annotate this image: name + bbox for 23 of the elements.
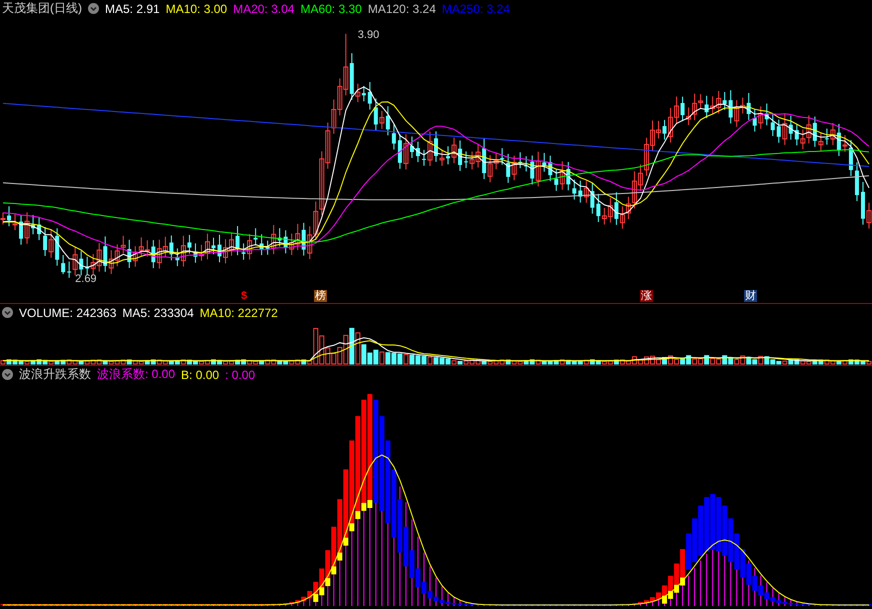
- dropdown-icon[interactable]: [2, 307, 13, 318]
- indicator-value: MA10: 222772: [200, 306, 278, 320]
- indicator-value: MA60: 3.30: [300, 2, 362, 16]
- indicator-value: MA250: 3.24: [442, 2, 510, 16]
- indicator-value: : 0.00: [225, 368, 256, 382]
- high-price-label: 3.90: [358, 28, 380, 41]
- dropdown-icon[interactable]: [88, 3, 99, 14]
- indicator-title: 波浪升跌系数: [19, 366, 91, 383]
- indicator-value: MA5: 2.91: [105, 2, 160, 16]
- indicator-value: B: 0.00: [181, 368, 220, 382]
- indicator-value: MA120: 3.24: [368, 2, 436, 16]
- event-marker[interactable]: 榜: [314, 290, 327, 302]
- indicator-value: MA20: 3.04: [233, 2, 294, 16]
- event-marker[interactable]: 财: [744, 290, 757, 302]
- event-marker[interactable]: $: [240, 290, 248, 302]
- indicator-value: VOLUME: 242363: [19, 306, 116, 320]
- indicator-value: MA5: 233304: [122, 306, 194, 320]
- chart-title: 天茂集团(日线): [2, 0, 82, 17]
- event-marker[interactable]: 涨: [640, 290, 653, 302]
- indicator-value: 波浪系数: 0.00: [97, 366, 176, 383]
- dropdown-icon[interactable]: [2, 369, 13, 380]
- low-price-label: 2.69: [75, 273, 97, 286]
- indicator-value: MA10: 3.00: [166, 2, 228, 16]
